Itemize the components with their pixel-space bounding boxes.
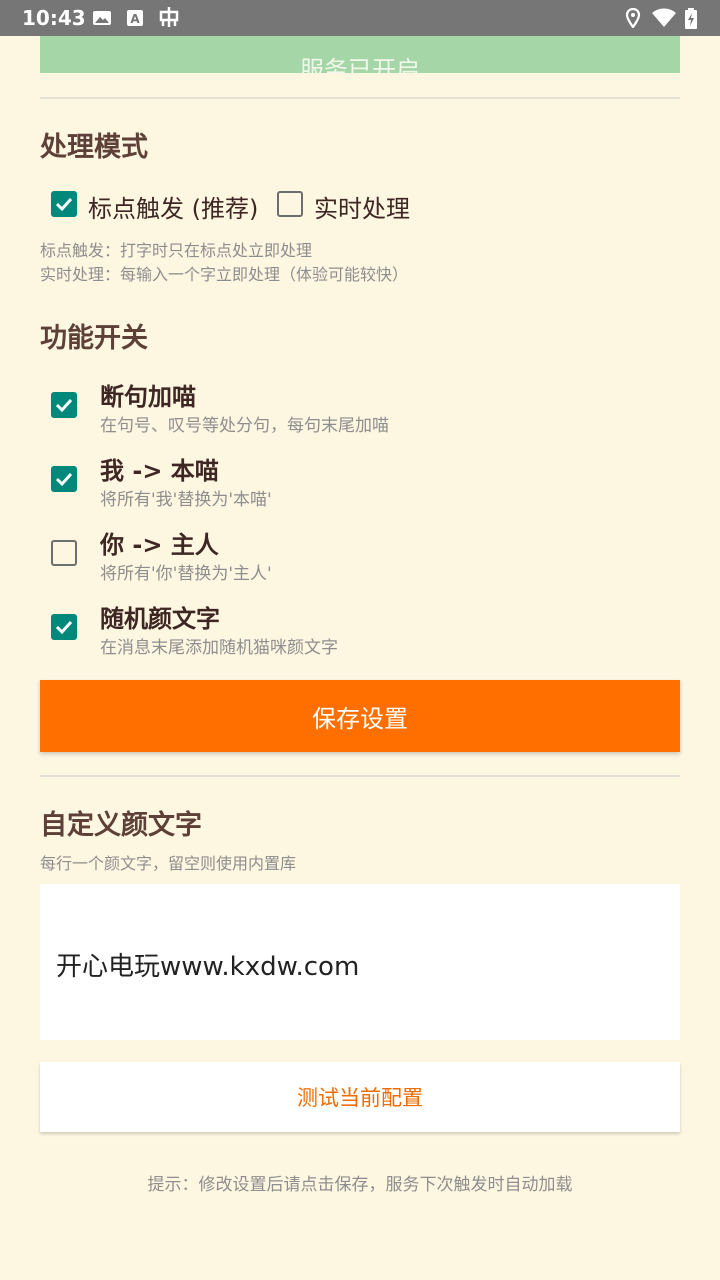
punctuation-trigger-label[interactable]: 标点触发 (推荐) (88, 189, 258, 224)
feature-subtitle: 在消息末尾添加随机猫咪颜文字 (100, 638, 338, 658)
feature-title: 你 -> 主人 (100, 531, 219, 559)
feature-checkbox-random-kaomoji[interactable] (51, 614, 77, 640)
feature-checkbox-me-to-benmiao[interactable] (51, 466, 77, 492)
image-icon (92, 8, 112, 32)
check-icon (55, 472, 73, 487)
service-status-button[interactable]: 服务已开启 (40, 36, 680, 73)
divider (40, 97, 680, 99)
feature-subtitle: 将所有'我'替换为'本喵' (100, 490, 272, 510)
feature-subtitle: 在句号、叹号等处分句，每句末尾加喵 (100, 416, 389, 436)
mode-desc-punctuation: 标点触发：打字时只在标点处立即处理 (40, 241, 313, 260)
feature-checkbox-sentence-meow[interactable] (51, 392, 77, 418)
text-a-icon: A (126, 8, 144, 32)
status-time: 10:43 (22, 6, 86, 30)
feature-subtitle: 将所有'你'替换为'主人' (100, 564, 272, 584)
check-icon (55, 620, 73, 635)
feature-title: 我 -> 本喵 (100, 457, 219, 485)
save-settings-button[interactable]: 保存设置 (40, 680, 680, 752)
feature-title: 断句加喵 (100, 383, 196, 411)
divider (40, 775, 680, 777)
bug-icon (158, 5, 180, 33)
feature-checkbox-you-to-master[interactable] (51, 540, 77, 566)
mode-section-title: 处理模式 (40, 132, 148, 163)
features-section-title: 功能开关 (40, 323, 148, 354)
test-config-button[interactable]: 测试当前配置 (40, 1062, 680, 1132)
custom-kaomoji-value: 开心电玩www.kxdw.com (56, 952, 360, 982)
realtime-checkbox[interactable] (277, 191, 303, 217)
realtime-label[interactable]: 实时处理 (314, 189, 410, 224)
wifi-icon (652, 8, 676, 32)
location-icon (624, 7, 642, 32)
feature-title: 随机颜文字 (100, 605, 220, 633)
custom-section-title: 自定义颜文字 (40, 810, 202, 841)
punctuation-trigger-checkbox[interactable] (51, 191, 77, 217)
custom-kaomoji-input[interactable]: 开心电玩www.kxdw.com (40, 884, 680, 1040)
hint-text: 提示：修改设置后请点击保存，服务下次触发时自动加载 (147, 1175, 573, 1195)
service-status-label: 服务已开启 (300, 56, 420, 73)
mode-desc-realtime: 实时处理：每输入一个字立即处理（体验可能较快） (40, 265, 409, 284)
check-icon (55, 398, 73, 413)
check-icon (55, 197, 73, 212)
battery-icon (684, 8, 698, 34)
custom-section-desc: 每行一个颜文字，留空则使用内置库 (40, 854, 297, 873)
svg-text:A: A (130, 12, 140, 26)
status-bar: 10:43 A (0, 0, 720, 36)
